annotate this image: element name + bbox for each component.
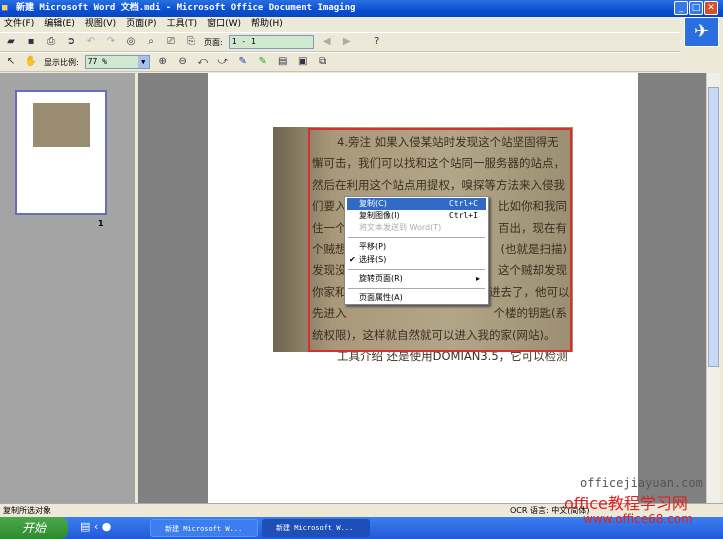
open-icon[interactable]: ▰ [4,35,18,49]
menu-window[interactable]: 窗口(W) [207,19,241,29]
highlighter-icon[interactable]: ✎ [256,55,270,69]
chevron-down-icon[interactable]: ▼ [137,56,149,68]
image-toolbar: ↖ ✋ 显示比例: 77 % ▼ ⊕ ⊖ ⤺ ⤻ ✎ ✎ ▤ ▣ ⧉ [0,52,680,72]
watermark-title: office教程学习网 [564,494,688,513]
rotate-right-icon[interactable]: ⤻ [216,55,230,69]
menu-item-copy[interactable]: 复制(C) Ctrl+C [347,198,486,210]
taskbar-item-active[interactable]: 新建 Microsoft W... [262,519,370,537]
taskbar-item[interactable]: 新建 Microsoft W... [150,519,258,537]
quick-launch[interactable]: ▤ ‹ ● [80,520,111,533]
menu-item-rotate-page[interactable]: 旋转页面(R) ▸ [347,273,486,285]
menu-bar: 文件(F) 编辑(E) 视图(V) 页面(P) 工具(T) 窗口(W) 帮助(H) [0,17,723,32]
submenu-arrow-icon: ▸ [475,274,480,283]
next-page-icon[interactable]: ▶ [340,35,354,49]
menu-item-pan[interactable]: 平移(P) [347,241,486,253]
thumbnail-page-number: 1 [98,219,104,228]
menu-help[interactable]: 帮助(H) [251,19,283,29]
select-pointer-icon[interactable]: ↖ [4,55,18,69]
pan-hand-icon[interactable]: ✋ [24,55,38,69]
page-label: 页面: [204,37,223,47]
vertical-scrollbar[interactable] [706,73,720,503]
menu-file[interactable]: 文件(F) [4,19,34,29]
annotation-icon[interactable]: ⧉ [316,55,330,69]
context-menu: 复制(C) Ctrl+C 复制图像(I) Ctrl+I 将文本发送到 Word(T)… [344,196,489,305]
watermark-site: www.office68.com [583,512,693,526]
help-icon[interactable]: ? [370,35,384,49]
start-button[interactable]: 开始 [0,517,68,539]
menu-item-page-properties[interactable]: 页面属性(A) [347,292,486,304]
ocr-icon[interactable]: ◎ [124,35,138,49]
thumbnail-image [33,103,90,147]
menu-separator [348,288,485,289]
menu-view[interactable]: 视图(V) [85,19,116,29]
zoom-value: 77 % [87,57,107,66]
find-icon[interactable]: ⌕ [144,35,158,49]
send-icon[interactable]: ➲ [64,35,78,49]
maximize-button[interactable]: □ [689,1,703,15]
menu-page[interactable]: 页面(P) [126,19,156,29]
menu-item-select[interactable]: ✔ 选择(S) [347,254,486,266]
pen-icon[interactable]: ✎ [236,55,250,69]
zoom-select[interactable]: 77 % ▼ [84,55,150,69]
menu-separator [348,269,485,270]
prev-page-icon[interactable]: ◀ [320,35,334,49]
zoom-out-icon[interactable]: ⊖ [176,55,190,69]
picture-icon[interactable]: ▣ [296,55,310,69]
text-box-icon[interactable]: ▤ [276,55,290,69]
page-field[interactable]: 1 - 1 [228,35,314,49]
status-text: 复制所选对象 [3,506,51,515]
menu-edit[interactable]: 编辑(E) [44,19,75,29]
scrollbar-thumb[interactable] [708,87,719,367]
scan-icon[interactable]: ⎚ [164,35,178,49]
print-icon[interactable]: ⎙ [44,35,58,49]
window-title: 新建 Microsoft Word 文档.mdi - Microsoft Off… [16,3,356,13]
title-bar: ■ 新建 Microsoft Word 文档.mdi - Microsoft Of… [0,0,723,17]
zoom-label: 显示比例: [44,57,79,67]
app-icon: ■ [2,3,8,13]
menu-item-send-to-word: 将文本发送到 Word(T) [359,223,442,232]
menu-separator [348,237,485,238]
checkmark-icon: ✔ [349,255,356,264]
save-icon[interactable]: ▪ [24,35,38,49]
word-icon[interactable]: ⎘ [184,35,198,49]
minimize-button[interactable]: _ [674,1,688,15]
rotate-left-icon[interactable]: ⤺ [196,55,210,69]
menu-tools[interactable]: 工具(T) [167,19,198,29]
watermark-url: officejiayuan.com [580,476,703,490]
standard-toolbar: ▰ ▪ ⎙ ➲ ↶ ↷ ◎ ⌕ ⎚ ⎘ 页面: 1 - 1 ◀ ▶ ? [0,32,680,52]
zoom-in-icon[interactable]: ⊕ [156,55,170,69]
menu-item-copy-image[interactable]: 复制图像(I) Ctrl+I [347,210,486,222]
undo-icon[interactable]: ↶ [84,35,98,49]
redo-icon[interactable]: ↷ [104,35,118,49]
close-button[interactable]: ✕ [704,1,718,15]
app-logo: ✈ [684,17,719,47]
